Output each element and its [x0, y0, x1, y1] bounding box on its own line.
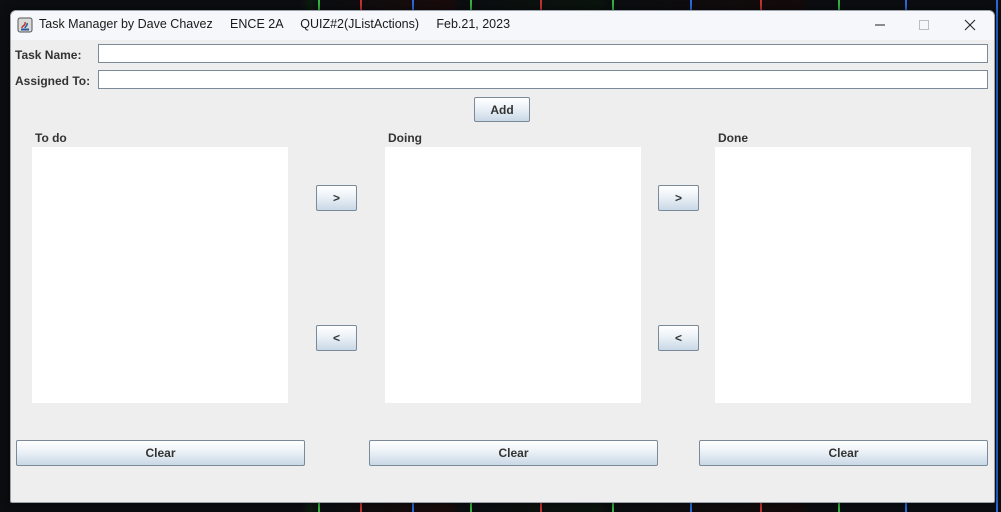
move-todo-to-doing-button[interactable]: >: [316, 185, 357, 211]
assigned-to-input[interactable]: [98, 70, 988, 89]
maximize-icon: [918, 16, 930, 35]
todo-list[interactable]: [32, 147, 288, 403]
add-button[interactable]: Add: [474, 97, 530, 122]
move-doing-to-todo-button[interactable]: <: [316, 325, 357, 351]
minimize-icon: [874, 16, 886, 35]
done-list[interactable]: [715, 147, 971, 403]
minimize-button[interactable]: [857, 11, 903, 40]
doing-list[interactable]: [385, 147, 641, 403]
close-button[interactable]: [947, 11, 993, 40]
assigned-to-label: Assigned To:: [15, 74, 91, 88]
doing-label: Doing: [388, 131, 422, 145]
clear-doing-button[interactable]: Clear: [369, 440, 658, 466]
done-label: Done: [718, 131, 748, 145]
move-done-to-doing-button[interactable]: <: [658, 325, 699, 351]
move-doing-to-done-button[interactable]: >: [658, 185, 699, 211]
maximize-button[interactable]: [901, 11, 947, 40]
task-name-label: Task Name:: [15, 48, 82, 62]
close-icon: [964, 16, 976, 35]
window-title: Task Manager by Dave Chavez ENCE 2A QUIZ…: [39, 17, 511, 31]
todo-label: To do: [35, 131, 67, 145]
clear-done-button[interactable]: Clear: [699, 440, 988, 466]
task-manager-window: Task Manager by Dave Chavez ENCE 2A QUIZ…: [10, 10, 995, 503]
desktop-streak: [996, 0, 998, 512]
title-bar[interactable]: Task Manager by Dave Chavez ENCE 2A QUIZ…: [11, 11, 994, 40]
task-name-input[interactable]: [98, 44, 988, 63]
clear-todo-button[interactable]: Clear: [16, 440, 305, 466]
java-app-icon: [17, 17, 33, 33]
